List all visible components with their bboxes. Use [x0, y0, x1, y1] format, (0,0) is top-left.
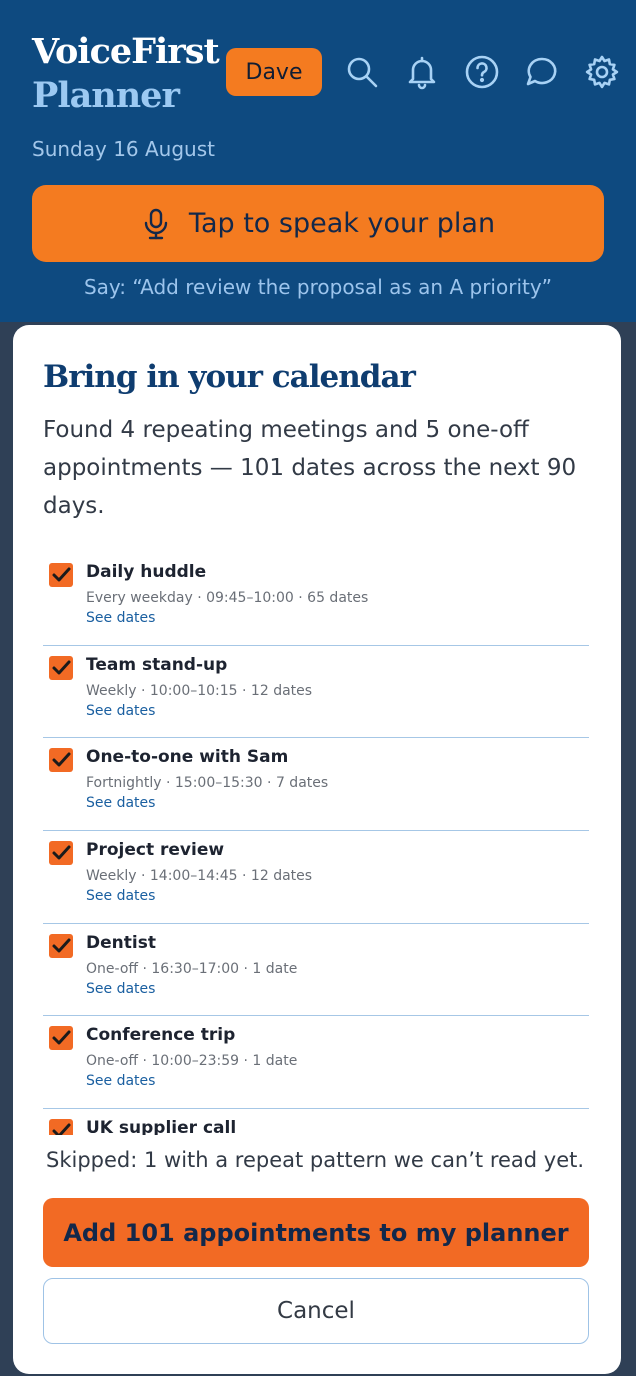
item-name: UK supplier call: [86, 1118, 237, 1135]
checkmark-icon: [52, 1123, 71, 1135]
add-appointments-button[interactable]: Add 101 appointments to my planner: [43, 1198, 589, 1267]
help-icon[interactable]: [463, 53, 501, 91]
import-calendar-dialog: Bring in your calendar Found 4 repeating…: [13, 325, 621, 1374]
search-icon[interactable]: [343, 53, 381, 91]
dialog-title: Bring in your calendar: [43, 359, 416, 395]
item-details: Weekly · 10:00–10:15 · 12 dates: [86, 682, 313, 699]
user-button[interactable]: Dave: [226, 48, 322, 96]
voice-hint: Say: “Add review the proposal as an A pr…: [83, 275, 553, 299]
item-details: One-off · 16:30–17:00 · 1 date: [86, 960, 298, 977]
item-name: Conference trip: [86, 1025, 236, 1046]
item-details: Every weekday · 09:45–10:00 · 65 dates: [86, 590, 369, 606]
see-dates-link[interactable]: See dates: [86, 703, 155, 719]
brand-line-2: Planner: [32, 75, 180, 116]
see-dates-link[interactable]: See dates: [86, 888, 155, 904]
list-item: Dentist One-off · 16:30–17:00 · 1 date See…: [43, 924, 589, 1017]
chat-icon[interactable]: [523, 53, 561, 91]
item-checkbox[interactable]: [49, 563, 73, 587]
speak-plan-label: Tap to speak your plan: [188, 208, 496, 239]
speak-plan-button[interactable]: Tap to speak your plan: [32, 185, 604, 262]
item-name: Dentist: [86, 932, 156, 953]
dialog-description: Found 4 repeating meetings and 5 one-off…: [43, 417, 577, 519]
item-checkbox[interactable]: [49, 748, 73, 773]
item-details: One-off · 10:00–23:59 · 1 date: [86, 1053, 298, 1070]
current-date: Sunday 16 August: [32, 137, 215, 161]
item-checkbox[interactable]: [49, 1026, 73, 1051]
list-item: UK supplier call: [43, 1109, 589, 1135]
microphone-icon: [144, 208, 168, 239]
list-item: Team stand-up Weekly · 10:00–10:15 · 12 d…: [43, 646, 589, 739]
checkmark-icon: [52, 660, 71, 675]
checkmark-icon: [52, 1030, 71, 1045]
checkmark-icon: [52, 938, 71, 953]
checkmark-icon: [52, 845, 71, 860]
item-details: Weekly · 14:00–14:45 · 12 dates: [86, 868, 313, 885]
item-name: Daily huddle: [86, 562, 207, 582]
list-item: Project review Weekly · 14:00–14:45 · 12 …: [43, 831, 589, 924]
see-dates-link[interactable]: See dates: [86, 1073, 155, 1089]
list-item: One-to-one with Sam Fortnightly · 15:00–1…: [43, 738, 589, 832]
app-brand: VoiceFirst Planner: [32, 30, 220, 118]
item-checkbox[interactable]: [49, 841, 73, 866]
item-checkbox[interactable]: [49, 933, 73, 958]
list-item: Conference trip One-off · 10:00–23:59 · 1…: [43, 1016, 589, 1110]
item-name: One-to-one with Sam: [86, 747, 289, 768]
item-name: Team stand-up: [86, 654, 228, 675]
item-details: Fortnightly · 15:00–15:30 · 7 dates: [86, 775, 329, 792]
cancel-button[interactable]: Cancel: [43, 1278, 589, 1344]
checkmark-icon: [52, 567, 71, 582]
appointment-list[interactable]: Daily huddle Every weekday · 09:45–10:00 …: [43, 553, 589, 1135]
brand-line-1: VoiceFirst: [32, 31, 220, 72]
gear-icon[interactable]: [583, 53, 621, 91]
item-name: Project review: [86, 840, 225, 861]
skipped-note: Skipped: 1 with a repeat pattern we can’…: [46, 1148, 585, 1172]
see-dates-link[interactable]: See dates: [86, 981, 155, 997]
see-dates-link[interactable]: See dates: [86, 795, 155, 811]
item-checkbox[interactable]: [49, 655, 73, 680]
bell-icon[interactable]: [403, 53, 441, 91]
item-checkbox[interactable]: [49, 1119, 73, 1135]
see-dates-link[interactable]: See dates: [86, 610, 155, 626]
checkmark-icon: [52, 752, 71, 767]
list-item: Daily huddle Every weekday · 09:45–10:00 …: [43, 553, 589, 646]
